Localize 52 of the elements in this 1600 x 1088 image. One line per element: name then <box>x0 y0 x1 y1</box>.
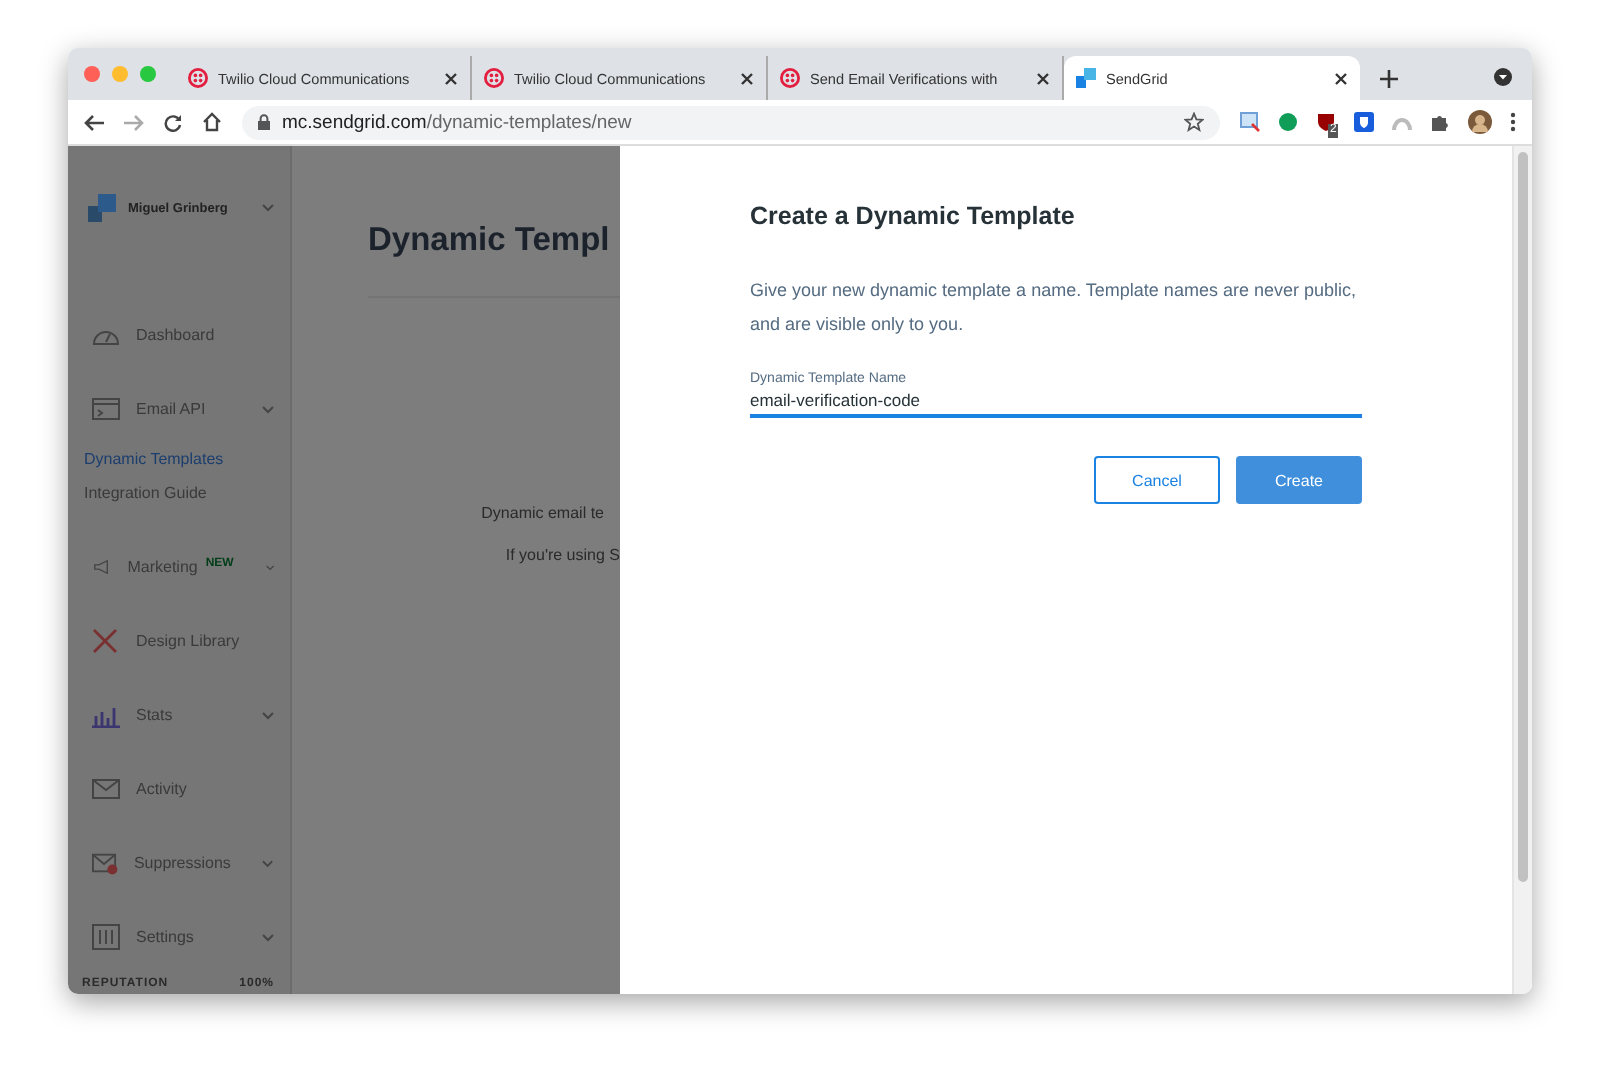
dropdown-icon[interactable] <box>1494 68 1512 86</box>
modal-title: Create a Dynamic Template <box>750 202 1077 230</box>
puzzle-icon[interactable] <box>1430 112 1450 132</box>
sidebar-item[interactable]: Stats <box>68 678 290 752</box>
field-value: email-verification-code <box>750 390 923 410</box>
lock-icon <box>258 114 270 130</box>
create-button[interactable]: Create <box>1236 456 1362 504</box>
close-icon[interactable] <box>1036 71 1050 85</box>
logo-icon <box>780 68 800 88</box>
chevron-icon <box>262 859 274 867</box>
envelope-icon <box>92 776 120 802</box>
page-text: Dynamic email te <box>481 504 604 522</box>
chevron-icon <box>262 405 274 413</box>
star-icon[interactable] <box>1184 112 1204 132</box>
sidebar-subitem[interactable]: Dynamic Templates <box>68 446 290 480</box>
reload-icon[interactable] <box>164 113 182 131</box>
screenshot-icon[interactable] <box>1240 112 1260 132</box>
megaphone-icon <box>92 554 112 580</box>
url-text: mc.sendgrid.com/dynamic-templates/new <box>282 111 632 133</box>
close-icon[interactable] <box>1334 71 1348 85</box>
sidebar-item[interactable]: Activity <box>68 752 290 826</box>
sidebar-item[interactable]: Design Library <box>68 604 290 678</box>
avatar-icon[interactable] <box>1468 110 1492 134</box>
more-icon[interactable] <box>1510 112 1516 132</box>
close-icon[interactable] <box>444 71 458 85</box>
logo-icon <box>484 68 504 88</box>
envelope-blocked-icon <box>92 850 118 876</box>
bar-chart-icon <box>92 702 120 728</box>
sidebar-item[interactable]: Suppressions <box>68 826 290 900</box>
sidebar-subitem[interactable]: Integration Guide <box>68 480 290 514</box>
sidebar-item[interactable]: Settings <box>68 900 290 974</box>
terminal-icon <box>92 396 120 422</box>
address-bar[interactable]: mc.sendgrid.com/dynamic-templates/new <box>242 105 1220 139</box>
shield-icon[interactable] <box>1354 112 1374 132</box>
chevron-icon <box>262 933 274 941</box>
cancel-button[interactable]: Cancel <box>1094 456 1220 504</box>
sidebar-item[interactable]: Email API <box>68 372 290 446</box>
scrollbar[interactable] <box>1512 146 1532 994</box>
circle-icon[interactable] <box>1278 112 1298 132</box>
sliders-icon <box>92 924 120 950</box>
page-text: If you're using S <box>505 546 620 564</box>
logo-icon <box>188 68 208 88</box>
back-icon[interactable] <box>84 113 104 131</box>
sidebar-item[interactable]: Dashboard <box>68 298 290 372</box>
plus-icon[interactable] <box>1380 70 1398 88</box>
cube-logo-icon <box>88 194 116 222</box>
cube-logo-icon <box>1076 68 1096 88</box>
close-icon[interactable] <box>740 71 754 85</box>
chevron-icon <box>262 711 274 719</box>
modal-description: Give your new dynamic template a name. Template names are never public, and are visible only to you. <box>750 278 1358 338</box>
home-icon[interactable] <box>202 112 222 132</box>
chevron-icon <box>265 563 274 571</box>
